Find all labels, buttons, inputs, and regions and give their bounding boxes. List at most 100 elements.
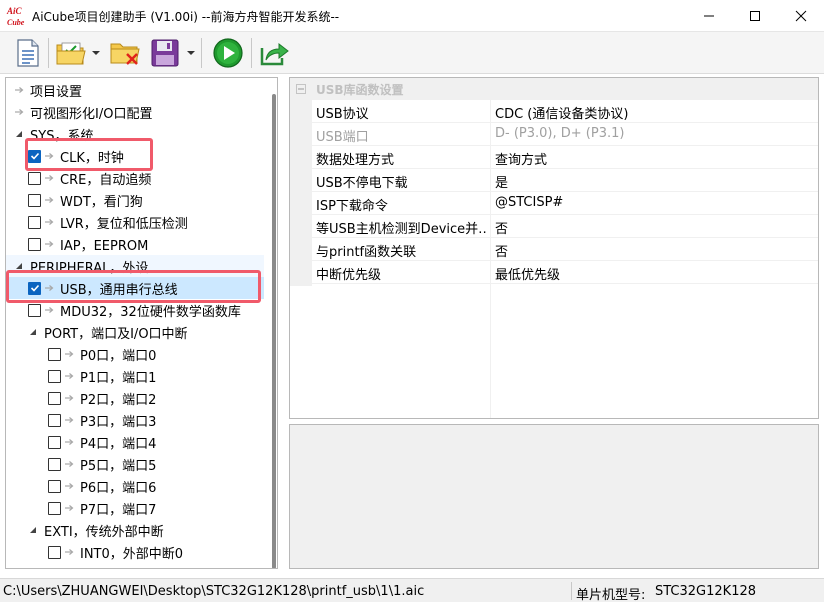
collapse-minus-icon[interactable] [296,84,306,94]
property-row-gutter [290,169,312,191]
tree-item-label: P5口，端口5 [80,458,157,474]
property-row-gutter [290,123,312,145]
property-name: 与printf函数关联 [316,245,417,260]
property-value[interactable]: 否 [495,241,508,260]
tree-item[interactable]: P5口，端口5 [6,453,264,475]
property-row[interactable]: ISP下载命令 @STCISP# [290,192,818,215]
tree-item[interactable]: IAP，EEPROM [6,233,264,255]
tree-item[interactable]: P0口，端口0 [6,343,264,365]
tree-checkbox[interactable] [48,369,61,383]
arrow-right-icon [64,415,74,425]
tree-item[interactable]: P4口，端口4 [6,431,264,453]
property-row[interactable]: 中断优先级 最低优先级 [290,261,818,284]
tree-item[interactable]: WDT，看门狗 [6,189,264,211]
arrow-right-icon [44,239,54,249]
arrow-right-icon [64,459,74,469]
aicube-logo-icon: AiC Cube [6,6,25,27]
arrow-right-icon [64,393,74,403]
property-row[interactable]: USB不停电下载 是 [290,169,818,192]
tree-item-label: 可视图形化I/O口配置 [30,106,153,122]
tree-checkbox[interactable] [48,457,61,471]
delete-folder-icon [110,43,140,65]
close-button[interactable] [778,0,824,32]
property-value[interactable]: @STCISP# [495,195,563,210]
tree-checkbox[interactable] [48,435,61,449]
property-row[interactable]: USB协议 CDC (通信设备类协议) [290,100,818,123]
property-value[interactable]: 是 [495,172,508,191]
property-value[interactable]: 查询方式 [495,149,547,168]
tree-checkbox[interactable] [48,347,61,361]
export-icon [260,42,289,66]
property-value[interactable]: CDC (通信设备类协议) [495,103,628,122]
tree-item[interactable]: INT0，外部中断0 [6,541,264,563]
tree-item[interactable]: P2口，端口2 [6,387,264,409]
project-path: C:\Users\ZHUANGWEI\Desktop\STC32G12K128\… [3,584,425,599]
property-description-panel [289,424,819,569]
generate-button[interactable] [210,36,246,70]
new-project-button[interactable] [12,36,44,70]
open-project-button[interactable] [54,36,88,70]
tree-item[interactable]: EXTI，传统外部中断 [6,519,264,541]
tree-checkbox[interactable] [28,237,41,251]
tree-checkbox[interactable] [48,479,61,493]
property-value[interactable]: D- (P3.0), D+ (P3.1) [495,126,624,141]
tree-checkbox[interactable] [48,501,61,515]
tree-item[interactable]: PORT，端口及I/O口中断 [6,321,264,343]
tree-checkbox[interactable] [28,215,41,229]
tree-item[interactable]: INT1，外部中断1 [6,563,264,568]
tree-item-label: MDU32，32位硬件数学函数库 [60,304,241,320]
property-name: USB协议 [316,107,369,122]
property-category-label: USB库函数设置 [316,82,404,97]
export-button[interactable] [256,36,292,70]
tree-scrollbar-thumb[interactable] [272,94,276,568]
toolbar [0,32,824,74]
expand-triangle-icon[interactable] [28,525,38,535]
expand-triangle-icon[interactable] [14,129,24,139]
save-project-button[interactable] [148,36,182,70]
tree-item[interactable]: P3口，端口3 [6,409,264,431]
new-document-icon [17,39,39,67]
property-row[interactable]: 等USB主机检测到Device并… 否 [290,215,818,238]
close-project-button[interactable] [108,36,142,70]
chevron-down-icon[interactable] [91,46,101,60]
tree-checkbox[interactable] [28,303,41,317]
property-row[interactable]: USB端口 D- (P3.0), D+ (P3.1) [290,123,818,146]
tree-checkbox[interactable] [48,545,61,559]
tree-item[interactable]: 可视图形化I/O口配置 [6,101,264,123]
tree-checkbox[interactable] [28,193,41,207]
property-name: USB端口 [316,130,369,145]
tree-checkbox[interactable] [28,171,41,185]
property-value[interactable]: 否 [495,218,508,237]
property-row-gutter [290,146,312,168]
tree-item[interactable]: LVR，复位和低压检测 [6,211,264,233]
property-column-divider[interactable] [490,100,491,418]
tree-checkbox[interactable] [48,567,61,568]
expand-triangle-icon[interactable] [28,327,38,337]
property-row[interactable]: 数据处理方式 查询方式 [290,146,818,169]
property-row-gutter [290,215,312,237]
arrow-right-icon [44,217,54,227]
tree-item[interactable]: 项目设置 [6,79,264,101]
minimize-button[interactable] [686,0,732,32]
tree-item-label: P4口，端口4 [80,436,157,452]
tree-checkbox[interactable] [48,391,61,405]
tree-item[interactable]: P1口，端口1 [6,365,264,387]
tree-checkbox[interactable] [48,413,61,427]
property-category[interactable]: USB库函数设置 [290,78,818,100]
tree-item[interactable]: P7口，端口7 [6,497,264,519]
maximize-button[interactable] [732,0,778,32]
property-name: USB不停电下载 [316,176,408,191]
tree-item-label: P3口，端口3 [80,414,157,430]
arrow-right-icon [64,349,74,359]
chevron-down-icon[interactable] [186,46,196,60]
property-row[interactable]: 与printf函数关联 否 [290,238,818,261]
property-row-gutter [290,238,312,260]
property-value[interactable]: 最低优先级 [495,264,560,283]
tree-item[interactable]: P6口，端口6 [6,475,264,497]
tree-item-label: INT0，外部中断0 [80,546,184,562]
toolbar-separator [201,38,202,68]
mcu-model-value: STC32G12K128 [655,584,757,599]
property-grid[interactable]: USB库函数设置 USB协议 CDC (通信设备类协议) USB端口 D- (P3.0… [289,77,819,419]
tree-item-label: IAP，EEPROM [60,238,149,254]
tree-scrollbar[interactable] [270,78,277,568]
